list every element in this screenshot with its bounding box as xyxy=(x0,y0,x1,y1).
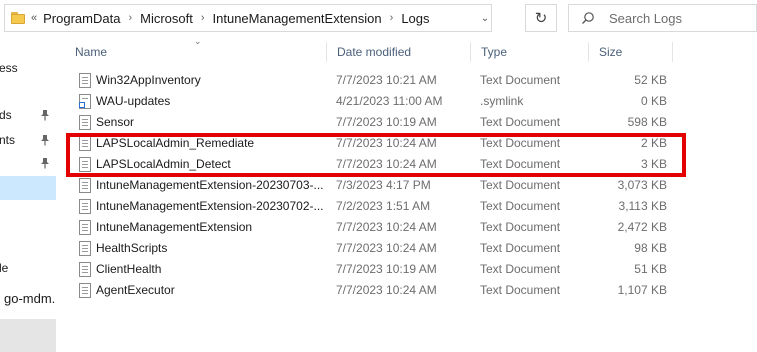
file-name: HealthScripts xyxy=(96,241,168,255)
file-name: IntuneManagementExtension-20230702-... xyxy=(96,199,324,213)
breadcrumb-separator-icon[interactable]: › xyxy=(128,12,132,24)
text-file-icon xyxy=(79,115,91,130)
folder-icon xyxy=(11,12,25,24)
nav-item[interactable]: ess xyxy=(0,57,56,79)
address-toolbar: « ProgramData › Microsoft › IntuneManage… xyxy=(0,0,757,36)
file-row[interactable]: AgentExecutor 7/7/2023 10:24 AM Text Doc… xyxy=(64,280,754,301)
search-input[interactable]: Search Logs xyxy=(568,4,757,32)
file-row[interactable]: IntuneManagementExtension 7/7/2023 10:24… xyxy=(64,217,754,238)
file-size: 98 KB xyxy=(634,241,667,255)
file-row[interactable]: Sensor 7/7/2023 10:19 AM Text Document 5… xyxy=(64,112,754,133)
file-row[interactable]: HealthScripts 7/7/2023 10:24 AM Text Doc… xyxy=(64,238,754,259)
column-header-type[interactable]: Type xyxy=(470,40,588,64)
column-header-name[interactable]: Name xyxy=(64,40,324,64)
file-size: 1,107 KB xyxy=(617,283,667,297)
text-file-icon xyxy=(79,283,91,298)
file-row[interactable]: IntuneManagementExtension-20230703-... 7… xyxy=(64,175,754,196)
column-header-size[interactable]: Size xyxy=(588,40,668,64)
file-date: 7/2/2023 1:51 AM xyxy=(336,199,431,213)
pin-icon xyxy=(41,158,49,169)
file-type: Text Document xyxy=(480,262,561,276)
nav-item-label: ess xyxy=(0,61,18,75)
file-date: 4/21/2023 11:00 AM xyxy=(336,94,443,108)
file-date: 7/3/2023 4:17 PM xyxy=(336,178,431,192)
nav-item-selected[interactable] xyxy=(0,176,56,200)
breadcrumb-separator-icon[interactable]: › xyxy=(201,12,205,24)
symlink-file-icon xyxy=(79,94,91,109)
pin-icon xyxy=(41,135,49,146)
search-icon xyxy=(582,12,594,24)
file-type: Text Document xyxy=(480,283,561,297)
file-name: ClientHealth xyxy=(96,262,162,276)
file-type: Text Document xyxy=(480,241,561,255)
nav-item-label: nts xyxy=(0,133,16,147)
column-header-date-modified[interactable]: Date modified xyxy=(326,40,470,64)
file-date: 7/7/2023 10:21 AM xyxy=(336,73,437,87)
refresh-icon: ↻ xyxy=(534,10,548,27)
search-placeholder: Search Logs xyxy=(609,11,682,26)
nav-item-label: le xyxy=(0,261,9,275)
file-type: Text Document xyxy=(480,115,561,129)
file-size: 51 KB xyxy=(634,262,667,276)
nav-item[interactable] xyxy=(0,152,56,174)
nav-item[interactable] xyxy=(0,319,56,352)
file-type: Text Document xyxy=(480,178,561,192)
pin-icon xyxy=(41,110,49,121)
address-dropdown-icon[interactable]: ⌄ xyxy=(477,5,493,31)
file-type: Text Document xyxy=(480,220,561,234)
breadcrumb-logs[interactable]: Logs xyxy=(401,11,429,26)
column-divider[interactable] xyxy=(672,42,673,62)
text-file-icon xyxy=(79,220,91,235)
nav-item[interactable]: ds xyxy=(0,104,56,126)
file-row[interactable]: WAU-updates 4/21/2023 11:00 AM .symlink … xyxy=(64,91,754,112)
nav-item-label: ds xyxy=(0,108,12,122)
breadcrumb-programdata[interactable]: ProgramData xyxy=(43,11,120,26)
navigation-pane: ess ds nts le go-mdm. xyxy=(0,36,56,352)
file-size: 3,073 KB xyxy=(617,178,667,192)
text-file-icon xyxy=(79,73,91,88)
file-date: 7/7/2023 10:19 AM xyxy=(336,115,437,129)
file-name: IntuneManagementExtension-20230703-... xyxy=(96,178,324,192)
address-bar[interactable]: « ProgramData › Microsoft › IntuneManage… xyxy=(4,4,492,32)
file-name: Sensor xyxy=(96,115,135,129)
text-file-icon xyxy=(79,199,91,214)
text-file-icon xyxy=(79,241,91,256)
file-size: 3,113 KB xyxy=(618,199,667,213)
nav-item-go-mdm[interactable]: go-mdm. xyxy=(0,288,56,310)
nav-item[interactable]: nts xyxy=(0,129,56,151)
text-file-icon xyxy=(79,178,91,193)
breadcrumb-separator-icon[interactable]: › xyxy=(390,12,394,24)
file-date: 7/7/2023 10:24 AM xyxy=(336,241,437,255)
file-name: IntuneManagementExtension xyxy=(96,220,253,234)
file-name: Win32AppInventory xyxy=(96,73,201,87)
file-date: 7/7/2023 10:24 AM xyxy=(336,283,437,297)
file-date: 7/7/2023 10:24 AM xyxy=(336,220,437,234)
file-size: 2,472 KB xyxy=(617,220,667,234)
file-row[interactable]: Win32AppInventory 7/7/2023 10:21 AM Text… xyxy=(64,70,754,91)
nav-item-label: go-mdm. xyxy=(4,291,56,306)
file-size: 598 KB xyxy=(627,115,667,129)
column-headers: Name Date modified Type Size xyxy=(64,40,754,64)
file-date: 7/7/2023 10:19 AM xyxy=(336,262,437,276)
file-row[interactable]: IntuneManagementExtension-20230702-... 7… xyxy=(64,196,754,217)
nav-item[interactable]: le xyxy=(0,257,56,279)
file-type: Text Document xyxy=(480,199,561,213)
file-name: WAU-updates xyxy=(96,94,171,108)
refresh-button[interactable]: ↻ xyxy=(525,4,557,32)
file-type: Text Document xyxy=(480,73,561,87)
breadcrumb-intunemanagementextension[interactable]: IntuneManagementExtension xyxy=(213,11,382,26)
breadcrumb-microsoft[interactable]: Microsoft xyxy=(140,11,193,26)
file-type: .symlink xyxy=(480,94,524,108)
highlight-annotation-box xyxy=(66,133,686,177)
text-file-icon xyxy=(79,262,91,277)
breadcrumb-overflow-icon[interactable]: « xyxy=(31,12,37,24)
file-size: 52 KB xyxy=(634,73,667,87)
file-size: 0 KB xyxy=(640,94,667,108)
file-name: AgentExecutor xyxy=(96,283,175,297)
breadcrumb: « ProgramData › Microsoft › IntuneManage… xyxy=(31,5,430,31)
file-row[interactable]: ClientHealth 7/7/2023 10:19 AM Text Docu… xyxy=(64,259,754,280)
